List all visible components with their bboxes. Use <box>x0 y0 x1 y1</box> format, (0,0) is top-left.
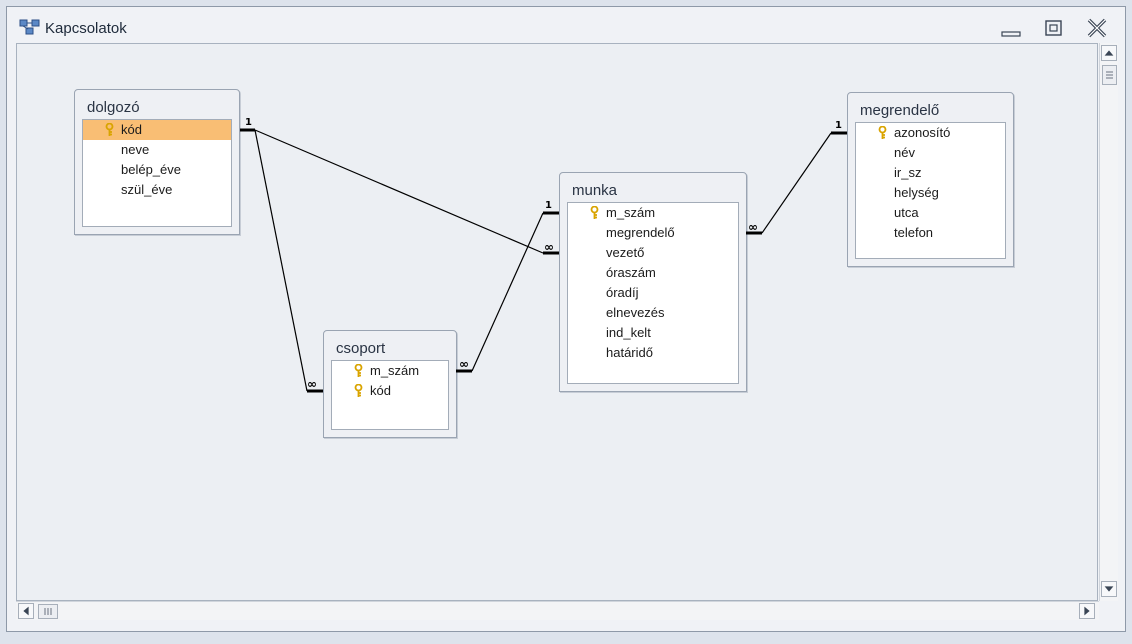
table-title: megrendelő <box>860 102 940 119</box>
field-item[interactable]: m_szám <box>568 203 738 223</box>
field-name: vezető <box>606 245 645 260</box>
minimize-button[interactable] <box>997 17 1025 39</box>
key-icon <box>878 126 887 139</box>
field-list[interactable]: m_szám kód <box>331 360 449 430</box>
field-item[interactable]: megrendelő <box>568 223 738 243</box>
window-title: Kapcsolatok <box>45 20 127 37</box>
field-name: m_szám <box>370 363 420 378</box>
key-icon <box>354 384 363 397</box>
many-label: ∞ <box>544 240 554 254</box>
scroll-up-button[interactable] <box>1101 45 1117 61</box>
one-label: 1 <box>835 120 842 131</box>
scroll-down-button[interactable] <box>1101 581 1117 597</box>
field-name: megrendelő <box>606 225 675 240</box>
field-name: m_szám <box>606 205 656 220</box>
field-name: ind_kelt <box>606 325 651 340</box>
key-icon <box>354 364 363 377</box>
field-name: szül_éve <box>121 182 173 197</box>
scroll-left-button[interactable] <box>18 603 34 619</box>
table-title: munka <box>572 182 618 199</box>
vertical-scrollbar[interactable] <box>1099 43 1118 601</box>
field-item[interactable]: kód <box>332 381 448 401</box>
table-title: csoport <box>336 340 386 357</box>
field-item[interactable]: ind_kelt <box>568 323 738 343</box>
field-item[interactable]: óradíj <box>568 283 738 303</box>
scroll-right-button[interactable] <box>1079 603 1095 619</box>
table-dolgozo[interactable]: dolgozó kód neve belép_éve szül_éve <box>74 89 240 235</box>
grip-icon <box>1106 71 1113 79</box>
field-item[interactable]: telefon <box>856 223 1005 243</box>
field-item[interactable]: kód <box>83 120 231 140</box>
field-item[interactable]: név <box>856 143 1005 163</box>
field-item[interactable]: m_szám <box>332 361 448 381</box>
table-munka[interactable]: munka m_szám megrendelő vezető óraszám ó… <box>559 172 747 392</box>
many-label: ∞ <box>748 220 758 234</box>
vertical-scroll-thumb[interactable] <box>1102 65 1117 85</box>
field-name: név <box>894 145 915 160</box>
field-item[interactable]: belép_éve <box>83 160 231 180</box>
field-name: helység <box>894 185 939 200</box>
field-name: óradíj <box>606 285 639 300</box>
field-item[interactable]: óraszám <box>568 263 738 283</box>
field-name: ir_sz <box>894 165 922 180</box>
field-item[interactable]: szül_éve <box>83 180 231 200</box>
many-label: ∞ <box>307 377 317 391</box>
one-label: 1 <box>245 117 252 128</box>
horizontal-scroll-thumb[interactable] <box>38 604 58 619</box>
one-label: 1 <box>545 200 552 211</box>
field-name: határidő <box>606 345 653 360</box>
field-item[interactable]: vezető <box>568 243 738 263</box>
close-button[interactable] <box>1083 17 1111 39</box>
many-label: ∞ <box>459 357 469 371</box>
key-icon <box>105 123 114 136</box>
grip-icon <box>44 608 52 615</box>
field-name: óraszám <box>606 265 656 280</box>
field-list[interactable]: kód neve belép_éve szül_éve <box>82 119 232 227</box>
field-name: kód <box>121 122 142 137</box>
table-title: dolgozó <box>87 99 140 116</box>
field-item[interactable]: neve <box>83 140 231 160</box>
table-megrendelo[interactable]: megrendelő azonosító név ir_sz helység u… <box>847 92 1014 267</box>
field-list[interactable]: azonosító név ir_sz helység utca telefon <box>855 122 1006 259</box>
field-name: telefon <box>894 225 934 240</box>
field-item[interactable]: azonosító <box>856 123 1005 143</box>
field-name: utca <box>894 205 919 220</box>
field-name: belép_éve <box>121 162 181 177</box>
field-name: kód <box>370 383 391 398</box>
table-csoport[interactable]: csoport m_szám kód <box>323 330 457 438</box>
field-item[interactable]: elnevezés <box>568 303 738 323</box>
field-list[interactable]: m_szám megrendelő vezető óraszám óradíj … <box>567 202 739 384</box>
horizontal-scrollbar[interactable] <box>16 601 1099 620</box>
field-item[interactable]: határidő <box>568 343 738 363</box>
title-bar[interactable]: Kapcsolatok <box>7 7 1125 45</box>
relationships-icon <box>19 19 40 35</box>
field-item[interactable]: helység <box>856 183 1005 203</box>
field-item[interactable]: utca <box>856 203 1005 223</box>
restore-button[interactable] <box>1040 17 1068 39</box>
key-icon <box>590 206 599 219</box>
field-name: neve <box>121 142 150 157</box>
field-name: azonosító <box>894 125 951 140</box>
field-name: elnevezés <box>606 305 665 320</box>
field-item[interactable]: ir_sz <box>856 163 1005 183</box>
